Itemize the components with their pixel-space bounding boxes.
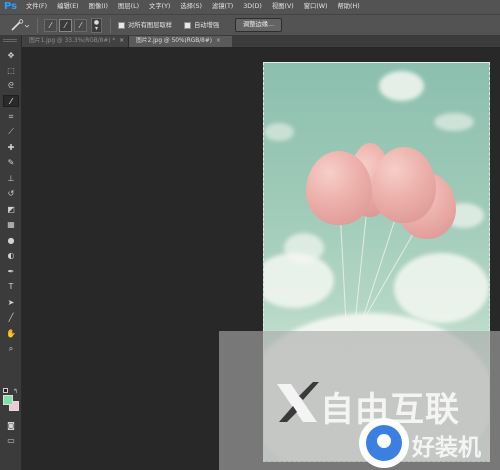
quick-selection-icon	[11, 19, 30, 31]
cloud	[394, 253, 489, 323]
quick-mask-icon[interactable]: ◙	[3, 420, 19, 432]
hand-icon[interactable]: ✋	[3, 328, 19, 340]
brush-size-picker[interactable]: ● ▾	[91, 18, 102, 33]
tool-preset-picker[interactable]	[9, 19, 33, 32]
watermark-logo-icon	[277, 382, 319, 422]
sample-all-layers-label: 对所有图层取样	[128, 22, 173, 29]
refine-edge-button[interactable]: 调整边缘...	[235, 18, 282, 32]
document-tabs: 图片1.jpg @ 33.3%(RGB/8#) * × 图片2.jpg @ 50…	[22, 36, 500, 47]
close-icon[interactable]: ×	[216, 36, 221, 47]
marquee-icon[interactable]: ⬚	[3, 65, 19, 77]
cloud	[379, 71, 424, 101]
options-bar: ⁄ ⁄ ⁄ ● ▾ 对所有图层取样 自动增强 调整边缘...	[0, 14, 500, 36]
balloon	[372, 147, 436, 223]
menu-type[interactable]: 文字(Y)	[144, 0, 175, 14]
close-icon[interactable]: ×	[119, 36, 124, 47]
menu-file[interactable]: 文件(F)	[22, 0, 52, 14]
auto-enhance-checkbox[interactable]	[184, 22, 191, 29]
eraser-icon[interactable]: ◩	[3, 204, 19, 216]
subtract-selection-icon[interactable]: ⁄	[74, 19, 87, 32]
menu-image[interactable]: 图像(I)	[84, 0, 113, 14]
tab-document-2[interactable]: 图片2.jpg @ 50%(RGB/8#) ×	[129, 36, 232, 47]
tab-document-1[interactable]: 图片1.jpg @ 33.3%(RGB/8#) * ×	[22, 36, 129, 47]
photoshop-window: Ps 文件(F) 编辑(E) 图像(I) 图层(L) 文字(Y) 选择(S) 滤…	[0, 0, 500, 470]
clone-stamp-icon[interactable]: ⊥	[3, 173, 19, 185]
cloud	[264, 123, 294, 141]
panel-grip[interactable]	[3, 39, 17, 42]
sample-all-layers-checkbox[interactable]	[118, 22, 125, 29]
brush-icon[interactable]: ✎	[3, 157, 19, 169]
type-icon[interactable]: T	[3, 281, 19, 293]
default-colors-icon[interactable]	[3, 388, 8, 393]
new-selection-icon[interactable]: ⁄	[44, 19, 57, 32]
dodge-icon[interactable]: ◐	[3, 250, 19, 262]
lasso-icon[interactable]: ᘓ	[3, 80, 19, 92]
menu-view[interactable]: 视图(V)	[267, 0, 299, 14]
menu-bar: Ps 文件(F) 编辑(E) 图像(I) 图层(L) 文字(Y) 选择(S) 滤…	[0, 0, 500, 14]
menu-3d[interactable]: 3D(D)	[238, 0, 267, 14]
crop-icon[interactable]: ⌗	[3, 111, 19, 123]
ps-logo: Ps	[4, 1, 18, 12]
watermark-badge-dot	[377, 434, 391, 448]
move-icon[interactable]: ✥	[3, 50, 19, 62]
tab-label: 图片1.jpg @ 33.3%(RGB/8#) *	[29, 38, 116, 44]
quick-selection-icon[interactable]: ⁄	[3, 95, 19, 107]
balloon	[306, 151, 372, 225]
menu-filter[interactable]: 滤镜(T)	[207, 0, 238, 14]
line-icon[interactable]: ╱	[3, 312, 19, 324]
auto-enhance-label: 自动增强	[194, 22, 220, 29]
screen-mode-icon[interactable]: ▭	[3, 435, 19, 447]
add-to-selection-icon[interactable]: ⁄	[59, 19, 72, 32]
tools-panel: ✥ ⬚ ᘓ ⁄ ⌗ ⟋ ✚ ✎ ⊥ ↺ ◩ ▦ ● ◐ ✒ T ➤ ╱ ✋ ⌕ …	[0, 36, 22, 470]
cloud	[284, 233, 324, 263]
zoom-icon[interactable]: ⌕	[3, 343, 19, 355]
cloud	[434, 113, 474, 131]
separator	[37, 18, 38, 33]
blur-icon[interactable]: ●	[3, 235, 19, 247]
spot-healing-icon[interactable]: ✚	[3, 142, 19, 154]
swap-colors-icon[interactable]: ↰	[13, 388, 18, 395]
gradient-icon[interactable]: ▦	[3, 219, 19, 231]
path-selection-icon[interactable]: ➤	[3, 297, 19, 309]
pen-icon[interactable]: ✒	[3, 266, 19, 278]
menu-help[interactable]: 帮助(H)	[332, 0, 364, 14]
menu-edit[interactable]: 编辑(E)	[52, 0, 84, 14]
menu-window[interactable]: 窗口(W)	[299, 0, 333, 14]
menu-layer[interactable]: 图层(L)	[113, 0, 144, 14]
separator	[110, 18, 111, 33]
foreground-color-swatch[interactable]	[3, 395, 13, 405]
menu-select[interactable]: 选择(S)	[175, 0, 207, 14]
history-brush-icon[interactable]: ↺	[3, 188, 19, 200]
eyedropper-icon[interactable]: ⟋	[3, 126, 19, 138]
watermark-text-2: 好装机	[412, 435, 481, 461]
tab-label: 图片2.jpg @ 50%(RGB/8#)	[136, 38, 212, 44]
